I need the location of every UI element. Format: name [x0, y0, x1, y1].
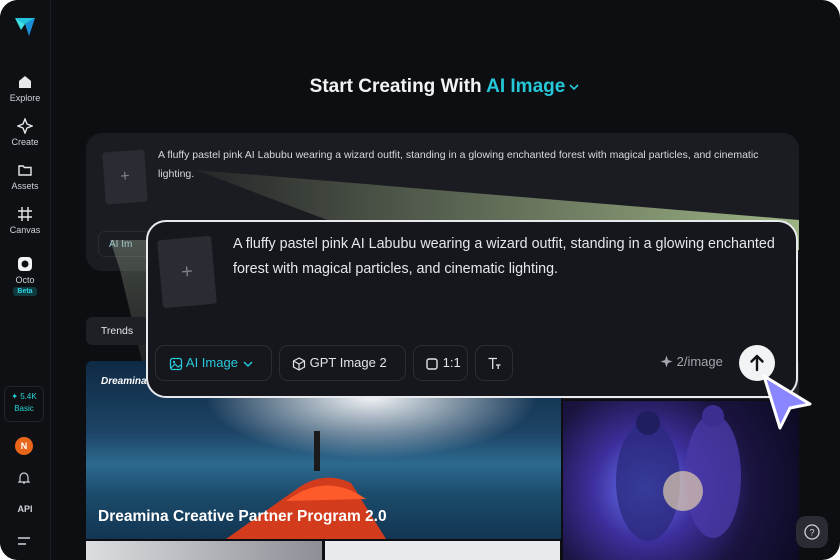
sidebar-item-label: Octo: [15, 275, 35, 285]
text-format-icon: [488, 357, 501, 370]
api-link[interactable]: API: [0, 504, 50, 514]
aspect-ratio-label: 1:1: [442, 355, 461, 370]
model-select[interactable]: GPT Image 2: [279, 345, 406, 381]
image-icon: [169, 357, 183, 370]
sidebar-item-assets[interactable]: Assets: [0, 162, 50, 191]
sparkle-icon: [660, 355, 673, 368]
cube-icon: [292, 356, 306, 371]
sidebar-item-label: Explore: [9, 93, 41, 103]
cost-indicator: 2/image: [660, 354, 723, 369]
canvas-icon: [18, 207, 32, 221]
featured-caption: Dreamina Creative Partner Program 2.0: [98, 508, 387, 525]
gallery-tile[interactable]: [325, 541, 560, 560]
aspect-ratio-select[interactable]: 1:1: [413, 345, 468, 381]
title-prefix: Start Creating With: [309, 76, 482, 97]
plan-label: Basic: [14, 404, 34, 413]
chevron-down-icon: [243, 361, 253, 367]
gallery-tile[interactable]: [86, 541, 322, 560]
text-style-button[interactable]: [475, 345, 513, 381]
app-window: Explore Create Assets Canvas Octo Beta ✦…: [0, 0, 840, 560]
reference-image-slot-background: +: [102, 149, 148, 205]
credits-icon: ✦: [11, 392, 18, 401]
sidebar-item-canvas[interactable]: Canvas: [0, 206, 50, 235]
mode-chip-background-label: AI Im: [109, 239, 133, 250]
octo-icon: [18, 257, 32, 271]
sparkle-icon: [17, 118, 33, 134]
mode-select-label: AI Image: [185, 355, 238, 370]
bell-icon[interactable]: [17, 471, 31, 485]
sidebar: Explore Create Assets Canvas Octo Beta ✦…: [0, 0, 51, 560]
model-select-label: GPT Image 2: [309, 355, 387, 370]
help-icon: ?: [804, 524, 820, 540]
prompt-text-background: A fluffy pastel pink AI Labubu wearing a…: [158, 149, 759, 180]
tab-trends[interactable]: Trends: [86, 317, 148, 345]
sidebar-item-create[interactable]: Create: [0, 118, 50, 147]
reference-image-slot[interactable]: +: [157, 235, 217, 309]
menu-icon[interactable]: [18, 536, 30, 546]
cursor-pointer-icon: [762, 374, 812, 430]
beta-badge: Beta: [13, 287, 37, 296]
prompt-textarea[interactable]: A fluffy pastel pink AI Labubu wearing a…: [233, 232, 778, 282]
credits-amount: 5.4K: [20, 392, 37, 401]
sidebar-item-label: Create: [11, 137, 39, 147]
home-icon: [19, 76, 31, 88]
sidebar-item-octo[interactable]: Octo Beta: [0, 256, 50, 296]
folder-icon: [18, 165, 32, 176]
square-icon: [426, 357, 438, 370]
dreamina-logo[interactable]: [13, 14, 37, 38]
mode-dropdown[interactable]: AI Image: [486, 76, 580, 97]
credits-badge[interactable]: ✦ 5.4K Basic: [4, 386, 44, 422]
svg-text:?: ?: [809, 528, 814, 538]
chevron-down-icon: [569, 84, 579, 91]
page-title: Start Creating With AI Image: [50, 76, 840, 98]
cost-label: 2/image: [676, 354, 723, 369]
sidebar-item-label: Canvas: [9, 225, 41, 235]
sidebar-item-label: Assets: [11, 181, 39, 191]
mode-dropdown-label: AI Image: [486, 76, 566, 97]
sidebar-item-explore[interactable]: Explore: [0, 74, 50, 103]
avatar[interactable]: N: [15, 437, 33, 455]
featured-brand: Dreamina: [101, 376, 147, 387]
mode-select[interactable]: AI Image: [155, 345, 272, 381]
help-button[interactable]: ?: [796, 516, 828, 548]
